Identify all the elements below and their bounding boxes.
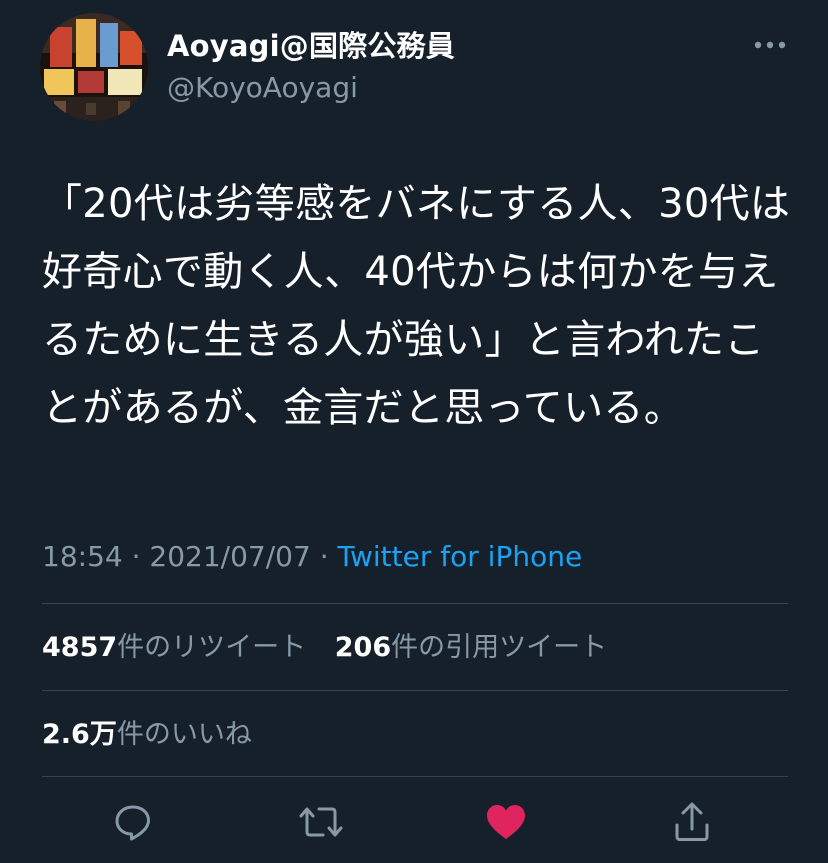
meta-separator: · <box>319 540 329 573</box>
likes-count: 2.6万 <box>42 719 117 750</box>
tweet-text: 「20代は劣等感をバネにする人、30代は好奇心で動く人、40代からは何かを与える… <box>42 181 791 431</box>
retweets-stat[interactable]: 4857件のリツイート <box>42 628 306 668</box>
tweet-date[interactable]: 2021/07/07 <box>149 540 310 573</box>
retweet-button[interactable] <box>297 798 345 846</box>
retweet-icon <box>299 807 343 837</box>
tweet-time[interactable]: 18:54 <box>42 540 123 573</box>
reply-button[interactable] <box>109 798 157 846</box>
reply-icon <box>115 805 150 841</box>
tweet-detail: Aoyagi@国際公務員 @KoyoAoyagi 「20代は劣等感をバネにする人… <box>0 0 828 863</box>
share-button[interactable] <box>668 798 716 846</box>
display-name[interactable]: Aoyagi@国際公務員 <box>167 28 455 64</box>
retweets-label: 件のリツイート <box>117 632 307 663</box>
quotes-label: 件の引用ツイート <box>391 632 608 663</box>
more-options-button[interactable] <box>748 30 792 60</box>
heart-icon <box>487 805 525 839</box>
retweet-stats-row: 4857件のリツイート 206件の引用ツイート <box>42 628 607 668</box>
meta-separator: · <box>131 540 141 573</box>
likes-stats-row: 2.6万件のいいね <box>42 715 252 755</box>
quotes-stat[interactable]: 206件の引用ツイート <box>335 628 607 668</box>
like-button[interactable] <box>482 798 530 846</box>
tweet-source-link[interactable]: Twitter for iPhone <box>338 540 583 573</box>
divider <box>42 603 788 604</box>
more-icon <box>754 41 786 49</box>
retweets-count: 4857 <box>42 632 118 663</box>
share-icon <box>675 802 709 841</box>
likes-label: 件のいいね <box>116 719 252 750</box>
divider <box>42 690 788 691</box>
quotes-count: 206 <box>334 632 392 663</box>
user-handle[interactable]: @KoyoAoyagi <box>167 70 358 106</box>
avatar[interactable] <box>40 13 148 121</box>
likes-stat[interactable]: 2.6万件のいいね <box>42 715 252 755</box>
tweet-meta: 18:54 · 2021/07/07 · Twitter for iPhone <box>42 537 582 577</box>
divider <box>42 776 788 777</box>
